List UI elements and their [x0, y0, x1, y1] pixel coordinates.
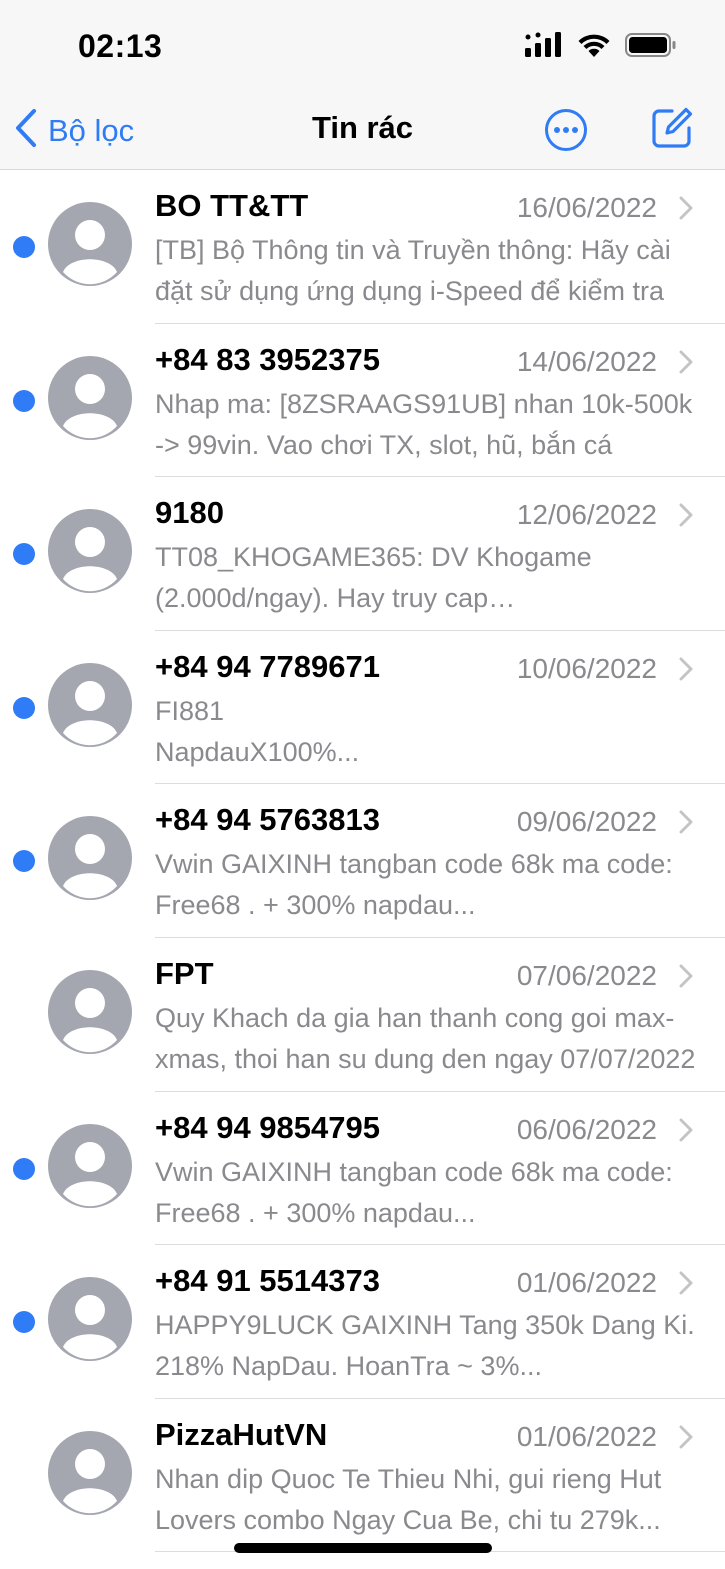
message-row[interactable]: 9180 12/06/2022 TT08_KHOGAME365: DV Khog…: [0, 477, 725, 631]
message-row[interactable]: +84 94 9854795 06/06/2022 Vwin GAIXINH t…: [0, 1092, 725, 1246]
message-date: 14/06/2022: [516, 345, 657, 377]
unread-indicator: [13, 1157, 35, 1180]
cellular-signal-icon: [525, 32, 563, 63]
message-row[interactable]: BO TT&TT 16/06/2022 [TB] Bộ Thông tin và…: [0, 170, 725, 324]
message-preview: Quy Khach da gia han thanh cong goi max-…: [155, 1002, 696, 1074]
message-date: 10/06/2022: [516, 652, 657, 684]
sender-name: +84 91 5514373: [155, 1263, 380, 1299]
compose-button[interactable]: [650, 106, 694, 155]
message-row[interactable]: +84 94 5763813 09/06/2022 Vwin GAIXINH t…: [0, 784, 725, 938]
message-row[interactable]: FPT 07/06/2022 Quy Khach da gia han than…: [0, 938, 725, 1092]
sender-name: BO TT&TT: [155, 188, 309, 223]
navigation-bar: Bộ lọc Tin rác: [0, 92, 725, 170]
status-time: 02:13: [78, 28, 163, 64]
page-title: Tin rác: [311, 110, 414, 145]
message-preview: Vwin GAIXINH tangban code 68k ma code: F…: [155, 849, 673, 921]
avatar: [48, 816, 132, 901]
sender-name: FPT: [155, 955, 214, 991]
message-list: BO TT&TT 16/06/2022 [TB] Bộ Thông tin và…: [0, 170, 725, 1553]
message-date: 09/06/2022: [516, 806, 657, 838]
message-preview: Vwin GAIXINH tangban code 68k ma code: F…: [155, 1156, 673, 1228]
chevron-right-icon: [679, 810, 693, 839]
avatar: [48, 1123, 132, 1208]
message-preview: [TB] Bộ Thông tin và Truyền thông: Hãy c…: [155, 235, 671, 306]
unread-indicator: [13, 236, 35, 258]
unread-indicator: [13, 389, 35, 412]
avatar: [48, 509, 132, 594]
message-date: 12/06/2022: [516, 499, 657, 531]
chevron-right-icon: [679, 964, 693, 993]
avatar: [48, 969, 132, 1054]
unread-indicator: [13, 543, 35, 566]
message-row[interactable]: +84 83 3952375 14/06/2022 Nhap ma: [8ZSR…: [0, 324, 725, 478]
message-preview: FI881 NapdauX100%...: [155, 695, 360, 767]
message-date: 01/06/2022: [516, 1420, 657, 1452]
unread-indicator: [13, 696, 35, 719]
chevron-right-icon: [679, 1271, 693, 1300]
home-indicator[interactable]: [234, 1543, 492, 1553]
sender-name: 9180: [155, 495, 224, 531]
chevron-right-icon: [679, 657, 693, 686]
message-row[interactable]: +84 94 7789671 10/06/2022 FI881 NapdauX1…: [0, 631, 725, 785]
message-date: 06/06/2022: [516, 1113, 657, 1145]
avatar: [48, 1430, 132, 1515]
avatar: [48, 1277, 132, 1362]
message-date: 07/06/2022: [516, 959, 657, 991]
message-preview: Nhan dip Quoc Te Thieu Nhi, gui rieng Hu…: [155, 1463, 662, 1535]
message-row[interactable]: +84 91 5514373 01/06/2022 HAPPY9LUCK GAI…: [0, 1245, 725, 1399]
more-button[interactable]: [544, 108, 588, 157]
message-preview: TT08_KHOGAME365: DV Khogame (2.000d/ngay…: [155, 542, 592, 614]
status-bar: 02:13: [0, 0, 725, 92]
sender-name: +84 83 3952375: [155, 341, 380, 377]
avatar: [48, 662, 132, 747]
avatar: [48, 355, 132, 440]
chevron-right-icon: [679, 350, 693, 379]
sender-name: PizzaHutVN: [155, 1416, 328, 1452]
chevron-right-icon: [679, 196, 693, 225]
chevron-right-icon: [679, 1118, 693, 1147]
status-icons: [525, 32, 677, 63]
compose-icon: [650, 107, 694, 154]
sender-name: +84 94 7789671: [155, 648, 380, 684]
message-preview: Nhap ma: [8ZSRAAGS91UB] nhan 10k-500k ->…: [155, 388, 693, 460]
unread-indicator: [13, 850, 35, 873]
sender-name: +84 94 9854795: [155, 1109, 380, 1145]
message-preview: HAPPY9LUCK GAIXINH Tang 350k Dang Ki. 21…: [155, 1310, 695, 1382]
message-row[interactable]: PizzaHutVN 01/06/2022 Nhan dip Quoc Te T…: [0, 1399, 725, 1553]
sender-name: +84 94 5763813: [155, 802, 380, 838]
ellipsis-circle-icon: [544, 109, 588, 156]
chevron-right-icon: [679, 503, 693, 532]
avatar: [48, 202, 132, 286]
chevron-right-icon: [679, 1425, 693, 1454]
wifi-icon: [577, 32, 611, 63]
battery-icon: [625, 32, 677, 63]
unread-indicator: [13, 1311, 35, 1334]
message-date: 01/06/2022: [516, 1267, 657, 1299]
message-date: 16/06/2022: [516, 192, 657, 223]
